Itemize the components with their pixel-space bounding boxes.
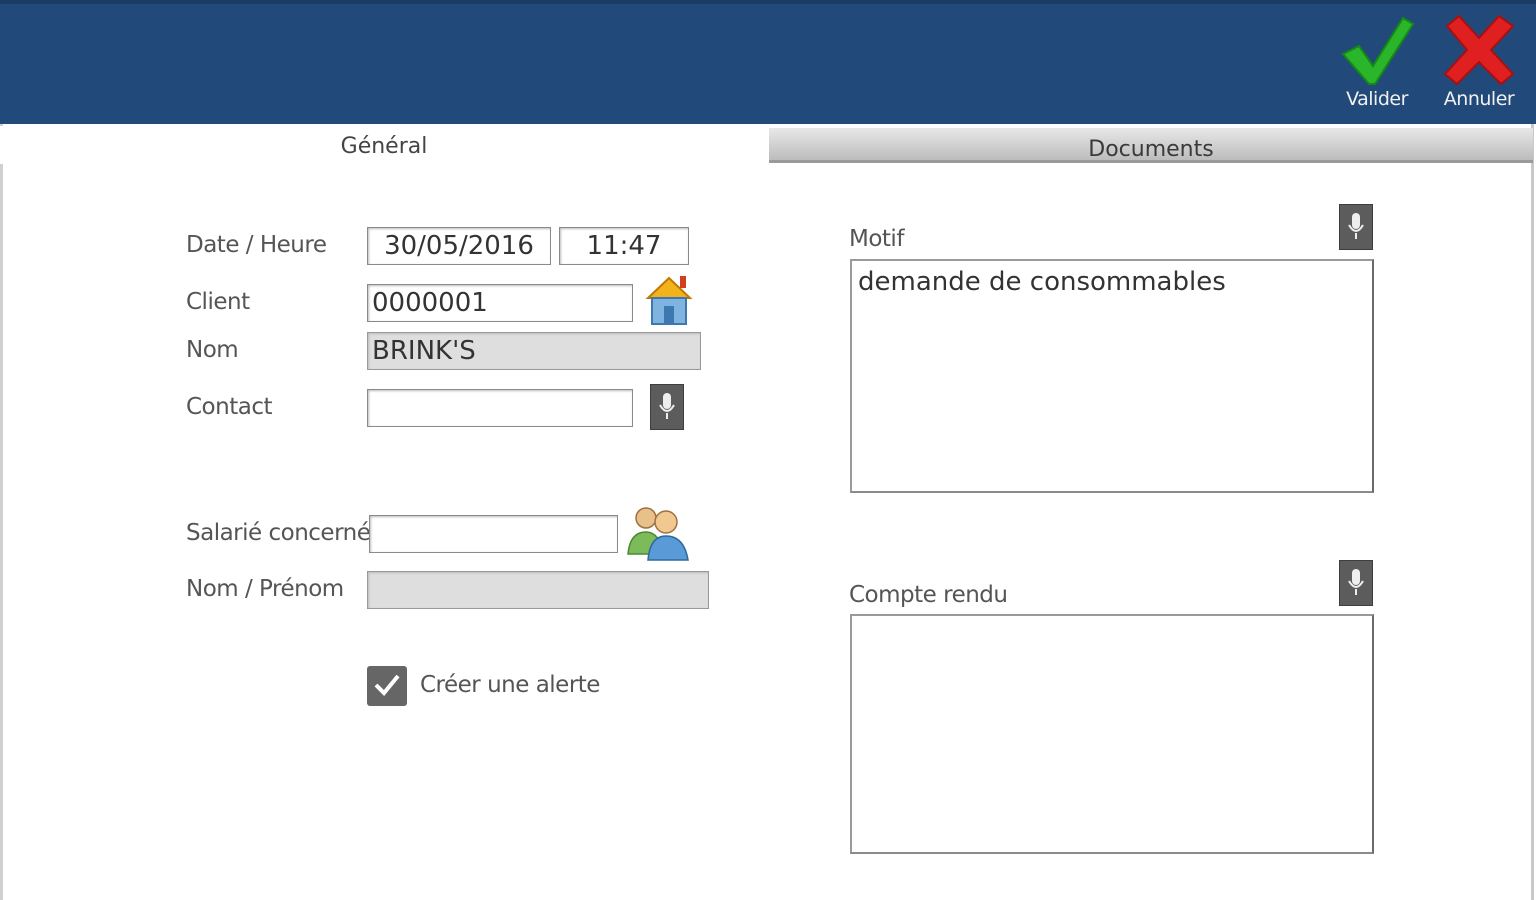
right-border	[1531, 124, 1534, 900]
contact-label: Contact	[186, 394, 272, 420]
client-label: Client	[186, 289, 250, 315]
contact-microphone-icon[interactable]	[650, 384, 684, 430]
salarie-label: Salarié concerné	[186, 520, 371, 546]
salarie-field[interactable]	[369, 515, 618, 553]
compte-rendu-microphone-icon[interactable]	[1339, 560, 1373, 606]
employees-icon[interactable]	[626, 504, 690, 562]
client-field[interactable]: 0000001	[367, 284, 633, 322]
motif-label: Motif	[849, 226, 904, 252]
valider-label: Valider	[1346, 88, 1408, 110]
motif-textarea[interactable]: demande de consommables	[850, 259, 1374, 493]
date-field[interactable]: 30/05/2016	[367, 227, 551, 265]
compte-rendu-textarea[interactable]	[850, 614, 1374, 854]
nom-prenom-label: Nom / Prénom	[186, 576, 344, 602]
create-alert-label[interactable]: Créer une alerte	[420, 672, 600, 698]
time-field[interactable]: 11:47	[559, 227, 689, 265]
nom-prenom-field	[367, 571, 709, 609]
checkmark-icon	[1341, 16, 1415, 85]
house-icon[interactable]	[640, 272, 698, 326]
motif-microphone-icon[interactable]	[1339, 204, 1373, 250]
top-toolbar: Valider Annuler	[0, 0, 1536, 124]
valider-button[interactable]: Valider	[1332, 14, 1422, 124]
annuler-label: Annuler	[1443, 88, 1515, 110]
checkmark-icon	[374, 674, 400, 696]
tab-general[interactable]: Général	[0, 126, 768, 164]
create-alert-checkbox[interactable]	[367, 666, 407, 706]
compte-rendu-label: Compte rendu	[849, 582, 1008, 608]
tab-documents[interactable]: Documents	[769, 128, 1533, 163]
nom-label: Nom	[186, 337, 239, 363]
annuler-button[interactable]: Annuler	[1434, 14, 1524, 124]
left-border	[0, 124, 3, 900]
nom-field: BRINK'S	[367, 332, 701, 370]
contact-field[interactable]	[367, 389, 633, 427]
close-icon	[1443, 14, 1515, 86]
date-heure-label: Date / Heure	[186, 232, 327, 258]
